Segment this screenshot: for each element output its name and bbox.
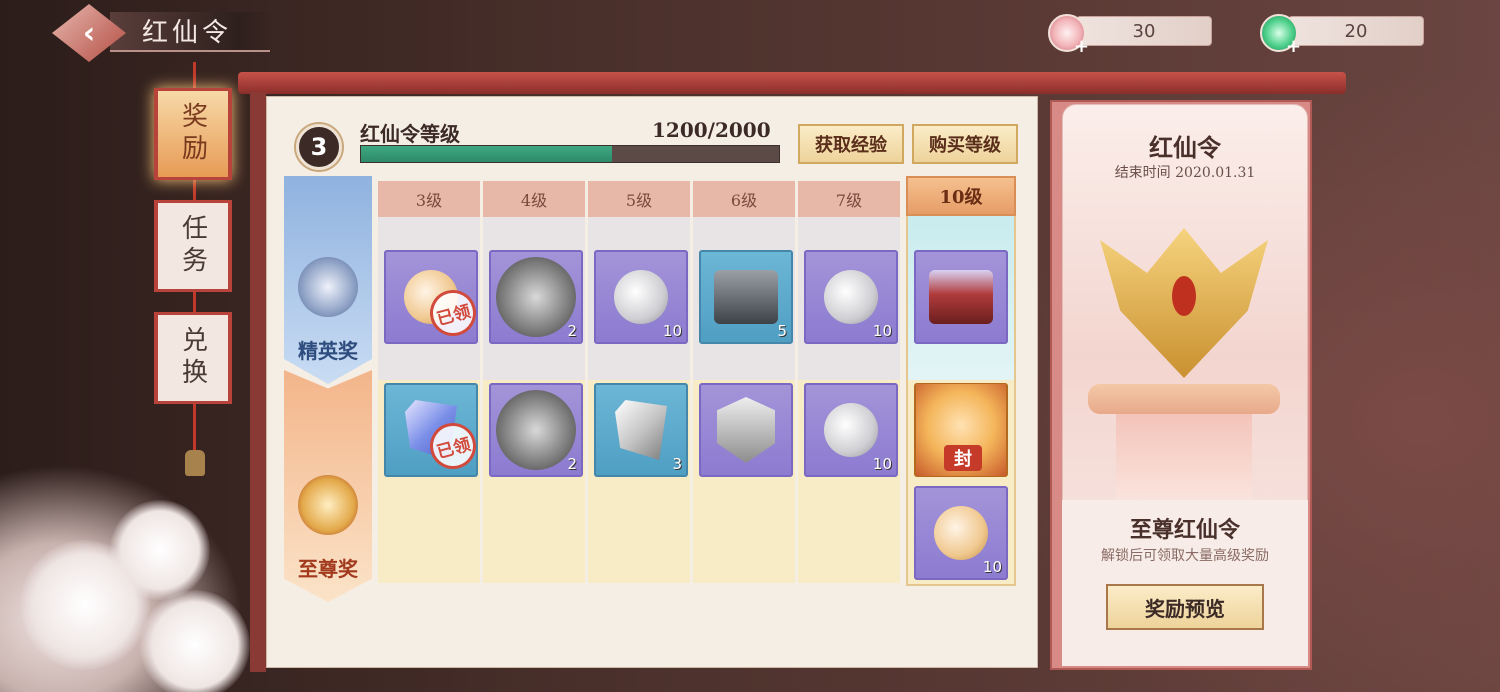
emblem-shield-icon — [717, 397, 775, 463]
page-title: 红仙令 — [142, 18, 233, 48]
supreme-reward-item[interactable]: 已领 — [384, 383, 482, 477]
item-quantity: 5 — [777, 322, 787, 340]
flower-decoration — [110, 500, 210, 600]
level-header: 4级 — [483, 181, 587, 217]
elite-reward-item[interactable] — [914, 250, 1008, 344]
row-label-elite: 精英奖 — [284, 176, 372, 384]
item-quantity: 10 — [872, 455, 892, 473]
silver-crest-icon — [298, 257, 358, 317]
supreme-reward-item[interactable]: 3 — [594, 383, 688, 477]
currency-flower[interactable]: + 30 — [1048, 14, 1212, 57]
row-label-text: 至尊奖 — [298, 557, 358, 581]
supreme-reward-item[interactable]: 2 — [489, 383, 583, 477]
side-panel-title: 红仙令 — [1149, 133, 1221, 162]
tab-tasks[interactable]: 任务 — [154, 200, 232, 292]
supreme-pass-description: 解锁后可领取大量高级奖励 — [1101, 548, 1269, 564]
level-header: 5级 — [588, 181, 692, 217]
level-exp: 1200/2000 — [652, 118, 771, 142]
currency-value: 30 — [1076, 16, 1212, 46]
level-header: 3级 — [378, 181, 482, 217]
item-quantity: 10 — [872, 322, 892, 340]
row-label-text: 精英奖 — [298, 339, 358, 363]
supreme-reward-item[interactable] — [699, 383, 793, 477]
chevron-left-icon: ‹ — [82, 15, 96, 51]
level-label: 红仙令等级 — [360, 122, 460, 146]
gift-chest-icon — [929, 270, 993, 324]
tab-rewards[interactable]: 奖励 — [154, 88, 232, 180]
top-bar: ‹ 红仙令 + 30 + 20 — [0, 0, 1500, 62]
item-quantity: 2 — [567, 455, 577, 473]
level-badge: 3 — [296, 124, 342, 170]
supreme-reward-item[interactable]: 封 — [914, 383, 1008, 477]
pedestal — [1088, 384, 1280, 414]
item-quantity: 3 — [672, 455, 682, 473]
end-time: 结束时间 2020.01.31 — [1114, 165, 1256, 181]
elite-reward-item[interactable]: 10 — [594, 250, 688, 344]
silver-coin-icon — [824, 270, 878, 324]
supreme-reward-item[interactable]: 10 — [804, 383, 898, 477]
get-exp-button[interactable]: 获取经验 — [798, 124, 904, 164]
elite-reward-item[interactable]: 2 — [489, 250, 583, 344]
silver-gem-icon — [615, 400, 667, 460]
tab-label: 兑换 — [177, 326, 208, 390]
bell-icon — [185, 450, 205, 476]
character-group-icon — [496, 257, 576, 337]
supreme-reward-item[interactable]: 10 — [914, 486, 1008, 580]
seal-badge: 封 — [944, 445, 982, 471]
golden-crest-icon — [298, 475, 358, 535]
level-header-highlight: 10级 — [906, 176, 1016, 216]
supreme-pass-title: 至尊红仙令 — [1129, 517, 1240, 543]
reward-preview-button[interactable]: 奖励预览 — [1106, 584, 1264, 630]
elite-reward-item[interactable]: 5 — [699, 250, 793, 344]
currency-jade[interactable]: + 20 — [1260, 14, 1424, 57]
panel-frame-top — [238, 72, 1346, 94]
exp-progress-bar — [360, 145, 780, 163]
elite-reward-item[interactable]: 已领 — [384, 250, 482, 344]
panel-frame-left — [250, 92, 266, 672]
plus-icon[interactable]: + — [1286, 36, 1301, 57]
level-header: 7级 — [798, 181, 902, 217]
item-quantity: 10 — [982, 558, 1002, 576]
item-quantity: 2 — [567, 322, 577, 340]
treasure-chest-icon — [714, 270, 778, 324]
mask-jewel — [1172, 276, 1196, 316]
item-quantity: 10 — [662, 322, 682, 340]
elite-reward-item[interactable]: 10 — [804, 250, 898, 344]
silver-coin-icon — [824, 403, 878, 457]
currency-value: 20 — [1288, 16, 1424, 46]
plus-icon[interactable]: + — [1074, 36, 1089, 57]
pedestal-column — [1116, 414, 1252, 504]
tab-exchange[interactable]: 兑换 — [154, 312, 232, 404]
exp-progress-fill — [361, 146, 612, 162]
tab-label: 奖励 — [177, 102, 208, 166]
row-label-supreme: 至尊奖 — [284, 370, 372, 602]
flower-coin-icon — [934, 506, 988, 560]
silver-coin-icon — [614, 270, 668, 324]
buy-level-button[interactable]: 购买等级 — [912, 124, 1018, 164]
level-header: 6级 — [693, 181, 797, 217]
character-group-icon — [496, 390, 576, 470]
tab-label: 任务 — [177, 214, 208, 278]
flower-decoration — [140, 590, 250, 692]
